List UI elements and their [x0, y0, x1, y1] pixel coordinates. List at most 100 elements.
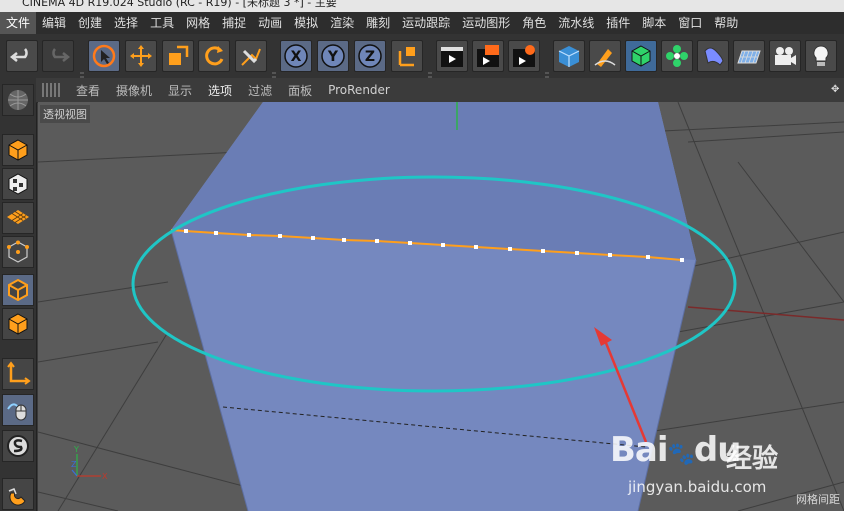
- model-mode-icon: [8, 139, 28, 161]
- watermark-url: jingyan.baidu.com: [628, 478, 767, 496]
- menu-sculpt[interactable]: 雕刻: [360, 12, 396, 34]
- menu-tools[interactable]: 工具: [144, 12, 180, 34]
- menu-snap[interactable]: 捕捉: [216, 12, 252, 34]
- light-icon: [813, 45, 829, 66]
- menu-character[interactable]: 角色: [516, 12, 552, 34]
- cube-icon: [558, 46, 580, 67]
- menu-animate[interactable]: 动画: [252, 12, 288, 34]
- viewport-menu-prorender[interactable]: ProRender: [320, 83, 398, 97]
- viewport-menu-view[interactable]: 查看: [68, 82, 108, 99]
- recent-tools-icon: [241, 48, 261, 66]
- points-mode-button[interactable]: [2, 236, 34, 268]
- tweak-mode-icon: [7, 403, 27, 421]
- viewport-move-icon[interactable]: ✥: [831, 84, 841, 95]
- menu-render[interactable]: 渲染: [324, 12, 360, 34]
- polygons-mode-button[interactable]: [2, 308, 34, 340]
- axis-mode-icon: [7, 361, 31, 385]
- viewport-menu-cameras[interactable]: 摄像机: [108, 82, 160, 99]
- edges-mode-icon: [8, 278, 28, 302]
- menu-script[interactable]: 脚本: [636, 12, 672, 34]
- coordinate-system-icon: [398, 47, 415, 67]
- polygons-mode-icon: [8, 313, 28, 335]
- model-mode-button[interactable]: [2, 134, 34, 166]
- coordinate-system-button[interactable]: [391, 40, 423, 72]
- viewport-menu-panel[interactable]: 面板: [280, 82, 320, 99]
- snap-icon: [8, 488, 26, 506]
- tweak-mode-button[interactable]: [2, 394, 34, 426]
- viewport-menu-options[interactable]: 选项: [200, 82, 240, 99]
- render-settings-button[interactable]: [508, 40, 540, 72]
- light-button[interactable]: [805, 40, 837, 72]
- menu-plugins[interactable]: 插件: [600, 12, 636, 34]
- cube-button[interactable]: [553, 40, 585, 72]
- baidu-watermark: Bai🐾du 经验 jingyan.baidu.com: [610, 420, 810, 510]
- floor-button[interactable]: [733, 40, 765, 72]
- cloner-button[interactable]: [661, 40, 693, 72]
- texture-mode-icon: [8, 173, 28, 195]
- workplane-mode-icon: [7, 210, 29, 224]
- menu-help[interactable]: 帮助: [708, 12, 744, 34]
- points-mode-icon: [7, 240, 29, 263]
- render-view-button[interactable]: [436, 40, 468, 72]
- render-settings-icon: [513, 45, 535, 67]
- axis-gizmo: Y Z X: [71, 445, 108, 481]
- y-axis-button[interactable]: Y: [317, 40, 349, 72]
- recent-tools-button[interactable]: [235, 40, 267, 72]
- menu-motion-tracking[interactable]: 运动跟踪: [396, 12, 456, 34]
- cloner-icon: [666, 45, 688, 67]
- solo-icon: [7, 435, 29, 457]
- camera-button[interactable]: [769, 40, 801, 72]
- menu-edit[interactable]: 编辑: [36, 12, 72, 34]
- redo-button[interactable]: [42, 40, 74, 72]
- render-picture-viewer-button[interactable]: [472, 40, 504, 72]
- move-button[interactable]: [125, 40, 157, 72]
- make-editable-button[interactable]: [2, 84, 34, 116]
- viewport-menu-bar: 查看 摄像机 显示 选项 过滤 面板 ProRender: [36, 78, 844, 103]
- menu-pipeline[interactable]: 流水线: [552, 12, 600, 34]
- render-picture-viewer-icon: [477, 45, 499, 67]
- axis-gizmo-x-label: X: [102, 472, 108, 481]
- z-axis-button[interactable]: Z: [354, 40, 386, 72]
- pen-icon: [594, 49, 616, 67]
- snap-button[interactable]: [2, 478, 34, 510]
- undo-button[interactable]: [6, 40, 38, 72]
- left-toolbar: [0, 78, 37, 511]
- subdivision-surface-icon: [631, 45, 651, 67]
- viewport-menu-display[interactable]: 显示: [160, 82, 200, 99]
- render-view-icon: [441, 47, 463, 67]
- axis-mode-button[interactable]: [2, 358, 34, 390]
- menu-simulate[interactable]: 模拟: [288, 12, 324, 34]
- pen-button[interactable]: [589, 40, 621, 72]
- axis-gizmo-y-label: Y: [73, 445, 79, 454]
- solo-button[interactable]: [2, 430, 34, 462]
- viewport-menu-filter[interactable]: 过滤: [240, 82, 280, 99]
- deformer-icon: [704, 47, 724, 66]
- menu-create[interactable]: 创建: [72, 12, 108, 34]
- menu-window[interactable]: 窗口: [672, 12, 708, 34]
- texture-mode-button[interactable]: [2, 168, 34, 200]
- workplane-mode-button[interactable]: [2, 202, 34, 234]
- undo-icon: [9, 48, 28, 62]
- axis-gizmo-z-label: Z: [71, 460, 77, 469]
- menu-mesh[interactable]: 网格: [180, 12, 216, 34]
- menu-mograph[interactable]: 运动图形: [456, 12, 516, 34]
- window-title: CINEMA 4D R19.024 Studio (RC - R19) - [未…: [22, 0, 337, 9]
- menu-select[interactable]: 选择: [108, 12, 144, 34]
- main-toolbar: X Y Z: [0, 34, 844, 110]
- x-axis-button[interactable]: X: [280, 40, 312, 72]
- watermark-brand: 经验: [726, 444, 779, 474]
- deformer-button[interactable]: [697, 40, 729, 72]
- menu-bar: 文件 编辑 创建 选择 工具 网格 捕捉 动画 模拟 渲染 雕刻 运动跟踪 运动…: [0, 12, 844, 34]
- rotate-icon: [205, 46, 224, 66]
- viewport-title: 透视视图: [40, 105, 90, 123]
- scale-button[interactable]: [162, 40, 194, 72]
- edges-mode-button[interactable]: [2, 274, 34, 306]
- subdivision-surface-button[interactable]: [625, 40, 657, 72]
- live-selection-icon: [92, 44, 116, 68]
- live-selection-button[interactable]: [88, 40, 120, 72]
- y-axis-icon: Y: [327, 49, 339, 65]
- rotate-button[interactable]: [198, 40, 230, 72]
- menu-file[interactable]: 文件: [0, 12, 37, 34]
- floor-icon: [737, 50, 761, 64]
- move-icon: [130, 45, 152, 67]
